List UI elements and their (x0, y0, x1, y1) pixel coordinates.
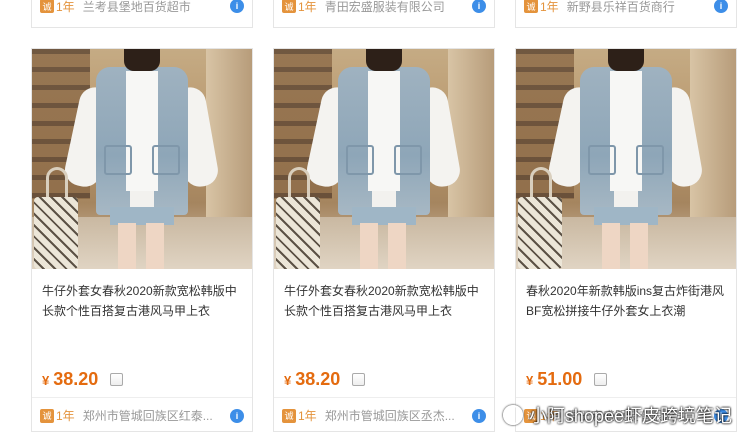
product-title-link[interactable]: 春秋2020年新款韩版ins复古炸街港风 BF宽松拼接牛仔外套女上衣潮 (516, 269, 736, 341)
shop-row[interactable]: 诚 1年 兰考县堡地百货超市 i (32, 0, 252, 17)
watermark: 小阿shopee虾皮跨境笔记 (502, 402, 732, 428)
product-price: ¥38.20 (42, 368, 99, 389)
credit-badge-icon: 诚 (282, 0, 296, 13)
shop-name-link[interactable]: 兰考县堡地百货超市 (83, 0, 224, 15)
shop-row[interactable]: 诚 1年 郑州市管城回族区丞杰... i (274, 397, 494, 433)
credit-badge-icon: 诚 (282, 408, 296, 423)
shop-name-link[interactable]: 郑州市管城回族区丞杰... (325, 407, 466, 424)
product-title-line: 长款个性百搭复古港风马甲上衣 (284, 304, 453, 318)
shop-name-link[interactable]: 青田宏盛服装有限公司 (325, 0, 466, 15)
product-card[interactable]: 牛仔外套女春秋2020新款宽松韩版中 长款个性百搭复古港风马甲上衣 ¥38.20… (31, 48, 253, 432)
shop-name-link[interactable]: 郑州市管城回族区红泰... (83, 407, 224, 424)
shop-years: 1年 (56, 0, 75, 14)
product-card[interactable]: 牛仔外套女春秋2020新款宽松韩版中 长款个性百搭复古港风马甲上衣 ¥38.20… (273, 48, 495, 432)
chat-icon[interactable]: i (472, 408, 486, 423)
compare-checkbox[interactable] (352, 372, 366, 386)
wechat-logo-icon (502, 405, 523, 425)
product-image[interactable] (516, 49, 736, 269)
watermark-text: 小阿shopee虾皮跨境笔记 (528, 406, 732, 426)
product-image[interactable] (274, 49, 494, 269)
credit-badge-icon: 诚 (524, 0, 538, 13)
chat-icon[interactable]: i (714, 0, 728, 13)
compare-checkbox[interactable] (594, 372, 608, 386)
product-title-link[interactable]: 牛仔外套女春秋2020新款宽松韩版中 长款个性百搭复古港风马甲上衣 (274, 269, 494, 341)
price-row: ¥38.20 (32, 361, 252, 397)
shop-row[interactable]: 诚 1年 新野县乐祥百货商行 i (516, 0, 736, 17)
product-card-partial: 诚 1年 新野县乐祥百货商行 i (515, 0, 737, 28)
product-title-line: 牛仔外套女春秋2020新款宽松韩版中 (42, 284, 237, 298)
chat-icon[interactable]: i (230, 408, 244, 423)
price-row: ¥51.00 (516, 361, 736, 397)
compare-checkbox[interactable] (110, 372, 124, 386)
shop-name-link[interactable]: 新野县乐祥百货商行 (567, 0, 708, 15)
shop-years: 1年 (298, 0, 317, 14)
shop-row[interactable]: 诚 1年 青田宏盛服装有限公司 i (274, 0, 494, 17)
product-title-link[interactable]: 牛仔外套女春秋2020新款宽松韩版中 长款个性百搭复古港风马甲上衣 (32, 269, 252, 341)
chat-icon[interactable]: i (472, 0, 486, 13)
product-title-line: BF宽松拼接牛仔外套女上衣潮 (526, 304, 686, 318)
product-card-partial: 诚 1年 青田宏盛服装有限公司 i (273, 0, 495, 28)
shop-row[interactable]: 诚 1年 郑州市管城回族区红泰... i (32, 397, 252, 433)
price-row: ¥38.20 (274, 361, 494, 397)
product-card-partial: 诚 1年 兰考县堡地百货超市 i (31, 0, 253, 28)
product-title-line: 长款个性百搭复古港风马甲上衣 (42, 304, 211, 318)
chat-icon[interactable]: i (230, 0, 244, 13)
shop-years: 1年 (540, 0, 559, 14)
shop-years: 1年 (298, 409, 317, 423)
credit-badge-icon: 诚 (40, 0, 54, 13)
product-price: ¥38.20 (284, 368, 341, 389)
credit-badge-icon: 诚 (40, 408, 54, 423)
product-price: ¥51.00 (526, 368, 583, 389)
product-title-line: 春秋2020年新款韩版ins复古炸街港风 (526, 284, 725, 298)
product-card[interactable]: 春秋2020年新款韩版ins复古炸街港风 BF宽松拼接牛仔外套女上衣潮 ¥51.… (515, 48, 737, 432)
product-image[interactable] (32, 49, 252, 269)
product-title-line: 牛仔外套女春秋2020新款宽松韩版中 (284, 284, 479, 298)
shop-years: 1年 (56, 409, 75, 423)
